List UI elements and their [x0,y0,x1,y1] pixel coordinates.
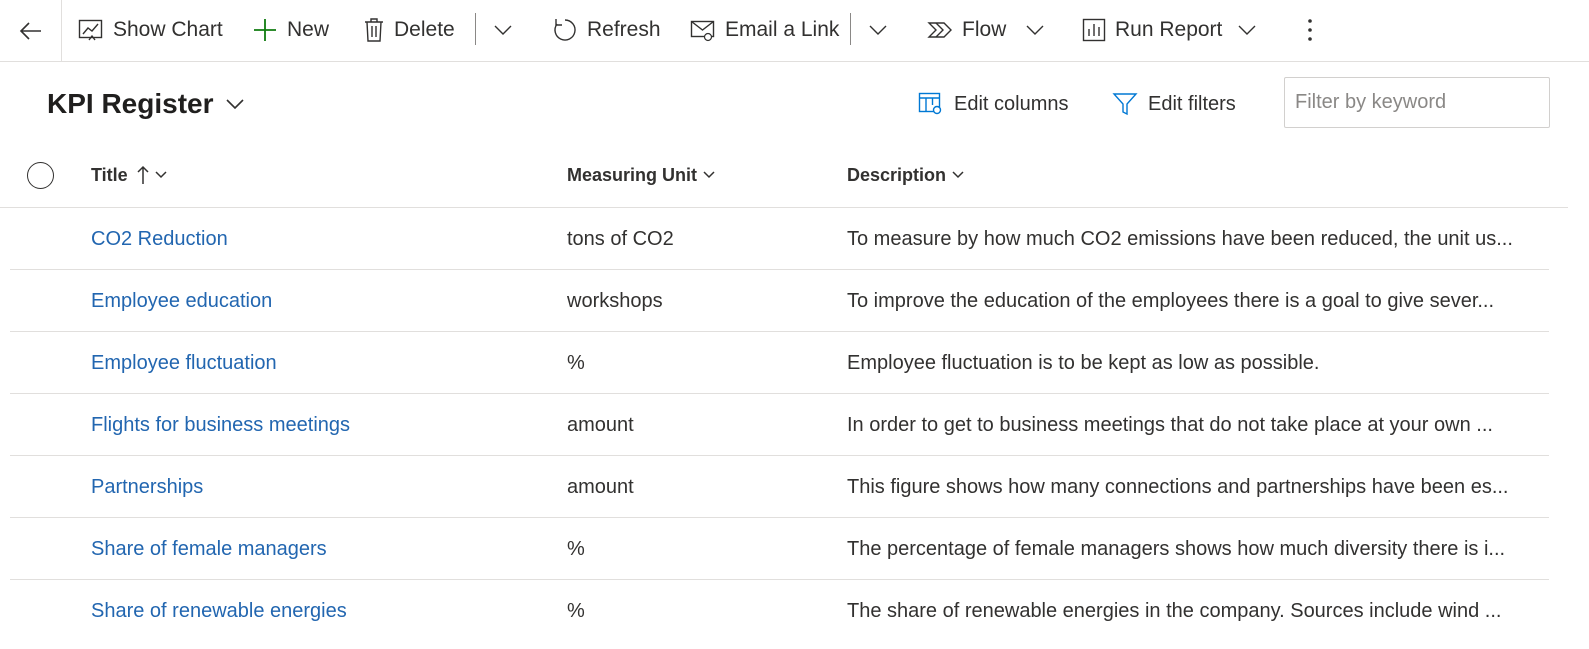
row-title-link[interactable]: Flights for business meetings [91,394,551,456]
row-measuring-unit: amount [567,475,634,498]
row-description: Employee fluctuation is to be kept as lo… [847,332,1523,394]
row-title-link[interactable]: Employee fluctuation [91,332,551,394]
row-description-text: In order to get to business meetings tha… [847,413,1493,436]
row-description-text: The share of renewable energies in the c… [847,599,1502,622]
row-description-text: The percentage of female managers shows … [847,537,1506,560]
trash-icon [365,18,383,42]
table-row[interactable]: CO2 Reduction tons of CO2 To measure by … [10,208,1549,270]
row-title-link[interactable]: Employee education [91,270,551,332]
row-description-text: Employee fluctuation is to be kept as lo… [847,351,1320,374]
row-description: To measure by how much CO2 emissions hav… [847,208,1523,270]
toolbar-divider [475,13,476,45]
view-selector[interactable]: KPI Register [47,82,244,126]
chevron-down-icon [1238,25,1256,35]
row-measuring-unit: tons of CO2 [567,227,674,250]
row-description: In order to get to business meetings tha… [847,394,1523,456]
row-description: To improve the education of the employee… [847,270,1523,332]
table-row[interactable]: Share of female managers % The percentag… [10,518,1549,580]
back-button[interactable] [0,0,62,61]
more-commands-dropdown[interactable] [488,0,518,60]
edit-filters-label: Edit filters [1148,92,1236,115]
column-title-label: Title [91,164,128,185]
row-title-link[interactable]: Partnerships [91,456,551,518]
flow-button[interactable]: Flow [927,0,1006,60]
table-row[interactable]: Employee fluctuation % Employee fluctuat… [10,332,1549,394]
new-label: New [287,18,330,41]
row-description-text: To measure by how much CO2 emissions hav… [847,227,1513,250]
refresh-label: Refresh [587,18,661,41]
more-options-button[interactable] [1295,0,1325,60]
run-report-label: Run Report [1115,18,1223,41]
flow-dropdown[interactable] [1020,0,1050,60]
email-link-button[interactable]: Email a Link [690,0,839,60]
command-bar: Show Chart New Delete Refresh Email a Li… [0,0,1589,62]
column-header-title[interactable]: Title [91,152,167,198]
flow-label: Flow [962,18,1007,41]
table-row[interactable]: Employee education workshops To improve … [10,270,1549,332]
chevron-down-icon [494,25,512,35]
chevron-down-icon [952,171,964,179]
sort-ascending-icon [137,165,149,184]
refresh-button[interactable]: Refresh [552,0,661,60]
row-measuring-unit: % [567,537,585,560]
edit-columns-button[interactable]: Edit columns [918,82,1069,126]
column-unit-label: Measuring Unit [567,164,698,185]
chevron-down-icon [703,171,715,179]
email-link-label: Email a Link [725,18,840,41]
run-report-button[interactable]: Run Report [1082,0,1222,60]
filter-keyword-input[interactable] [1284,77,1550,128]
edit-columns-label: Edit columns [954,92,1069,115]
chevron-down-icon [225,99,244,109]
column-header-measuring-unit[interactable]: Measuring Unit [567,152,715,198]
chart-icon [78,19,103,41]
page-title: KPI Register [47,88,214,119]
new-button[interactable]: New [252,0,329,60]
delete-button[interactable]: Delete [363,0,455,60]
row-description-text: This figure shows how many connections a… [847,475,1509,498]
run-report-dropdown[interactable] [1232,0,1262,60]
arrow-left-icon [19,21,41,40]
toolbar-divider [850,13,851,45]
chevron-down-icon [155,171,167,179]
email-options-dropdown[interactable] [863,0,893,60]
table-row[interactable]: Partnerships amount This figure shows ho… [10,456,1549,518]
chevron-down-icon [1026,25,1044,35]
chevron-down-icon [869,25,887,35]
column-description-label: Description [847,164,947,185]
report-icon [1082,18,1106,42]
more-vertical-icon [1308,19,1312,41]
table-row[interactable]: Flights for business meetings amount In … [10,394,1549,456]
row-measuring-unit: % [567,351,585,374]
row-measuring-unit: % [567,599,585,622]
row-title-link[interactable]: CO2 Reduction [91,208,551,270]
row-description-text: To improve the education of the employee… [847,289,1495,312]
row-measuring-unit: workshops [567,289,663,312]
show-chart-button[interactable]: Show Chart [78,0,223,60]
refresh-icon [554,19,576,41]
edit-filters-button[interactable]: Edit filters [1112,82,1236,126]
row-description: The percentage of female managers shows … [847,518,1523,580]
filter-icon [1112,93,1138,116]
row-description: This figure shows how many connections a… [847,456,1523,518]
row-measuring-unit: amount [567,413,634,436]
flow-icon [927,22,952,38]
table-row[interactable]: Share of renewable energies % The share … [10,580,1549,642]
delete-label: Delete [394,18,455,41]
column-header-description[interactable]: Description [847,152,964,198]
row-title-link[interactable]: Share of renewable energies [91,580,551,642]
email-link-icon [690,20,715,42]
select-all-checkbox[interactable] [27,162,54,189]
edit-columns-icon [918,92,942,115]
row-title-link[interactable]: Share of female managers [91,518,551,580]
show-chart-label: Show Chart [113,18,223,41]
plus-icon [254,19,276,41]
row-description: The share of renewable energies in the c… [847,580,1523,642]
